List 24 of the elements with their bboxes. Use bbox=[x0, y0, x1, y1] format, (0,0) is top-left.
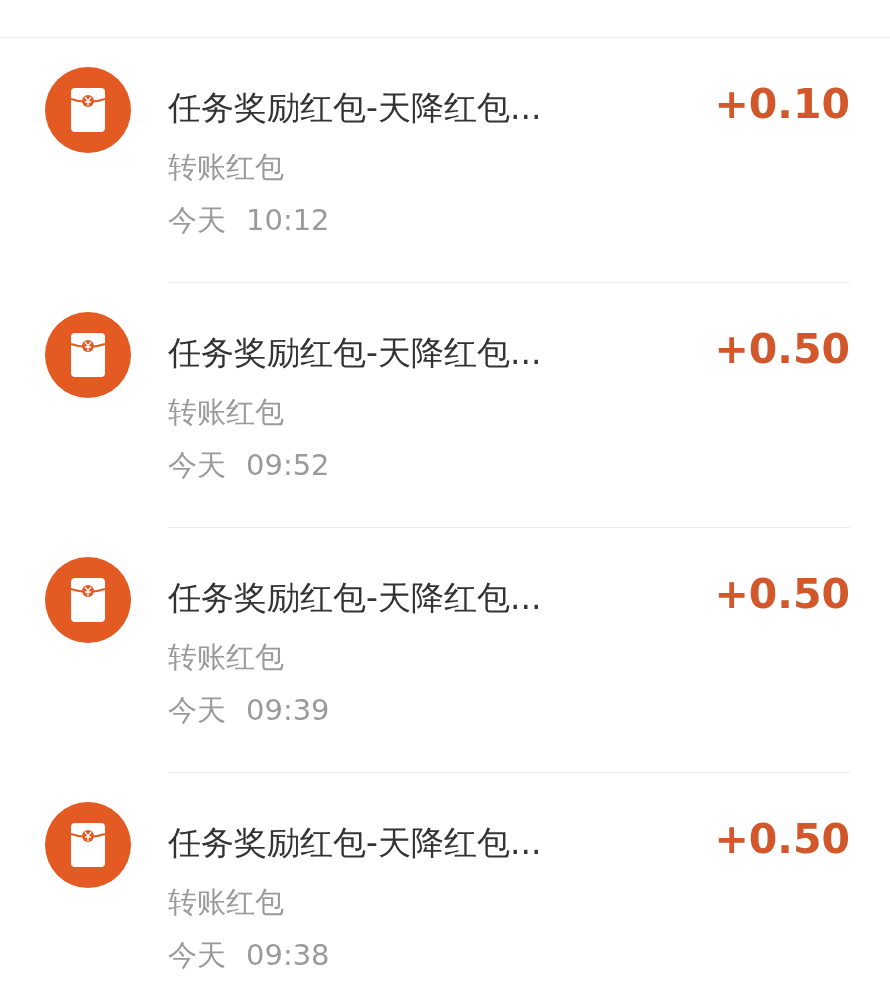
transaction-day: 今天 bbox=[168, 929, 226, 981]
envelope-icon bbox=[45, 67, 131, 153]
transaction-amount: +0.10 bbox=[714, 80, 850, 130]
transaction-type: 转账红包 bbox=[168, 639, 285, 676]
transaction-title: 任务奖励红包-天降红包... bbox=[168, 87, 542, 129]
transaction-day: 今天 bbox=[168, 194, 226, 246]
transaction-type: 转账红包 bbox=[168, 149, 285, 186]
transaction-day: 今天 bbox=[168, 684, 226, 736]
transaction-amount: +0.50 bbox=[714, 570, 850, 620]
envelope-icon bbox=[45, 802, 131, 888]
transaction-title: 任务奖励红包-天降红包... bbox=[168, 822, 542, 864]
transaction-day: 今天 bbox=[168, 439, 226, 491]
transaction-time: 10:12 bbox=[246, 202, 330, 239]
transaction-amount: +0.50 bbox=[714, 325, 850, 375]
transaction-title: 任务奖励红包-天降红包... bbox=[168, 332, 542, 374]
envelope-icon bbox=[45, 557, 131, 643]
transaction-time: 09:39 bbox=[246, 692, 330, 729]
transaction-time: 09:52 bbox=[246, 447, 330, 484]
transaction-title: 任务奖励红包-天降红包... bbox=[168, 577, 542, 619]
transaction-type: 转账红包 bbox=[168, 394, 285, 431]
envelope-icon bbox=[45, 312, 131, 398]
transaction-time: 09:38 bbox=[246, 937, 330, 974]
transaction-type: 转账红包 bbox=[168, 884, 285, 921]
transaction-amount: +0.50 bbox=[714, 815, 850, 865]
